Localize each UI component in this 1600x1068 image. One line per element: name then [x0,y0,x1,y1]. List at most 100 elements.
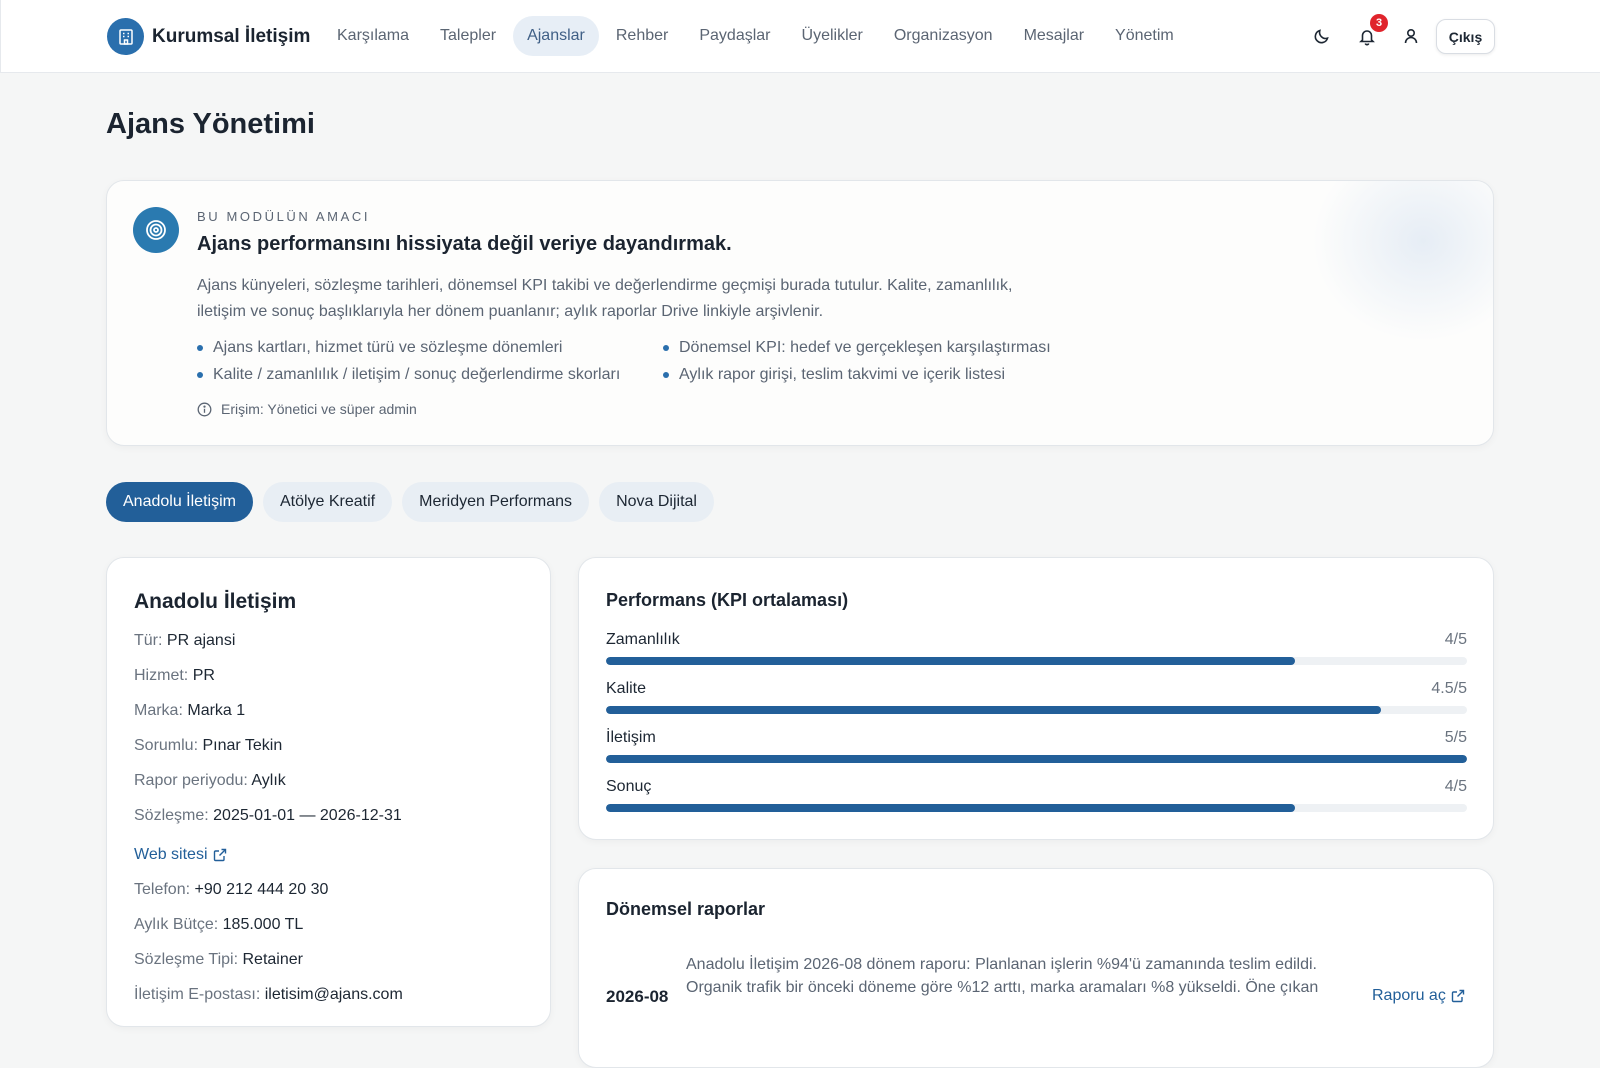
bullet-text: Kalite / zamanlılık / iletişim / sonuç d… [213,366,621,383]
detail-value: Marka 1 [187,702,246,719]
kpi-score: 4/5 [1444,778,1467,795]
kpi-label: Sonuç [606,778,652,795]
external-link-icon [1451,989,1465,1003]
website-link[interactable]: Web sitesi [134,846,227,864]
open-report-link[interactable]: Raporu aç [1372,987,1465,1005]
notification-badge: 3 [1370,14,1388,32]
nav-item-mesajlar[interactable]: Mesajlar [1010,16,1098,56]
access-text: Erişim: Yönetici ve süper admin [221,401,417,417]
detail-owner: Sorumlu: Pınar Tekin [134,737,282,755]
detail-contract-type: Sözleşme Tipi: Retainer [134,951,303,969]
open-report-label: Raporu aç [1372,987,1446,1004]
nav-item-ajanslar[interactable]: Ajanslar [513,16,599,56]
detail-value: 2025-01-01 — 2026-12-31 [213,807,402,824]
performance-title: Performans (KPI ortalaması) [606,590,849,610]
kpi-bar-fill [606,706,1381,714]
brand[interactable]: Kurumsal İletişim [107,18,310,55]
detail-type: Tür: PR ajansi [134,632,235,650]
nav-item-label: Organizasyon [893,27,993,44]
detail-phone: Telefon: +90 212 444 20 30 [134,881,328,899]
nav-item-label: Paydaşlar [699,27,771,44]
nav-item-label: Karşılama [337,27,410,44]
nav-item-paydaslar[interactable]: Paydaşlar [685,16,784,56]
nav-item-label: Talepler [440,27,497,44]
kpi-score: 4.5/5 [1431,680,1467,697]
bullet-text: Dönemsel KPI: hedef ve gerçekleşen karşı… [679,339,1051,356]
nav-item-rehber[interactable]: Rehber [602,16,682,56]
website-link-row: Web sitesi [134,846,227,864]
tab-meridyen-performans[interactable]: Meridyen Performans [402,482,590,522]
detail-label: Marka: [134,702,183,719]
detail-label: Tür: [134,632,163,649]
bullet-dot [663,372,669,378]
decorative-glow [1313,181,1493,341]
moon-icon[interactable] [1311,25,1333,47]
nav-item-karsilama[interactable]: Karşılama [323,16,423,56]
top-navigation-bar: Kurumsal İletişim Karşılama Talepler Aja… [0,0,1600,73]
bullet-dot [197,372,203,378]
kpi-row: Kalite 4.5/5 [606,680,1467,714]
list-item: Ajans kartları, hizmet türü ve sözleşme … [197,339,562,357]
list-item: Kalite / zamanlılık / iletişim / sonuç d… [197,366,620,384]
detail-label: Telefon: [134,881,191,898]
info-icon [197,402,212,417]
detail-label: İletişim E-postası: [134,986,261,1003]
kpi-bar-fill [606,804,1295,812]
detail-label: Aylık Bütçe: [134,916,219,933]
kpi-row: Sonuç 4/5 [606,778,1467,812]
detail-value: 185.000 TL [222,916,304,933]
agency-tabs: Anadolu İletişim Atölye Kreatif Meridyen… [106,482,724,522]
website-link-label: Web sitesi [134,846,208,863]
detail-value: +90 212 444 20 30 [194,881,329,898]
report-period: 2026-08 [606,987,669,1006]
module-purpose-card: BU MODÜLÜN AMACI Ajans performansını his… [106,180,1494,446]
kpi-bar-fill [606,657,1295,665]
kpi-row: İletişim 5/5 [606,729,1467,763]
kpi-row: Zamanlılık 4/5 [606,631,1467,665]
detail-email: İletişim E-postası: iletisim@ajans.com [134,986,403,1004]
detail-value: Pınar Tekin [202,737,283,754]
nav-item-uyelikler[interactable]: Üyelikler [788,16,877,56]
detail-label: Sorumlu: [134,737,199,754]
detail-value: PR ajansi [166,632,236,649]
nav-item-label: Yönetim [1115,27,1174,44]
report-summary: Anadolu İletişim 2026-08 dönem raporu: P… [686,956,1319,996]
list-item: Aylık rapor girişi, teslim takvimi ve iç… [663,366,1005,384]
kpi-label: Zamanlılık [606,631,680,648]
main-nav: Karşılama Talepler Ajanslar Rehber Payda… [323,16,1191,56]
nav-item-talepler[interactable]: Talepler [426,16,510,56]
detail-value: Retainer [242,951,303,968]
kpi-label: Kalite [606,680,647,697]
reports-title: Dönemsel raporlar [606,899,766,919]
user-icon[interactable] [1400,25,1422,47]
kpi-score: 5/5 [1444,729,1467,746]
tab-atolye-kreatif[interactable]: Atölye Kreatif [262,482,393,522]
periodic-reports-card: Dönemsel raporlar 2026-08 Anadolu İletiş… [578,868,1494,1068]
tab-anadolu-iletisim[interactable]: Anadolu İletişim [106,482,253,522]
list-item: Dönemsel KPI: hedef ve gerçekleşen karşı… [663,339,1051,357]
bullet-text: Ajans kartları, hizmet türü ve sözleşme … [213,339,563,356]
performance-card: Performans (KPI ortalaması) Zamanlılık 4/… [578,557,1494,840]
detail-label: Rapor periyodu: [134,772,248,789]
nav-item-label: Rehber [615,27,669,44]
nav-item-organizasyon[interactable]: Organizasyon [880,16,1007,56]
nav-item-yonetim[interactable]: Yönetim [1101,16,1188,56]
agency-info-card: Anadolu İletişim Tür: PR ajansi Hizmet: … [106,557,551,1027]
agency-name: Anadolu İletişim [134,590,297,613]
kpi-bar-track [606,706,1467,714]
kpi-score: 4/5 [1444,631,1467,648]
tab-nova-dijital[interactable]: Nova Dijital [599,482,714,522]
kpi-bar-track [606,657,1467,665]
detail-service: Hizmet: PR [134,667,215,685]
detail-label: Sözleşme Tipi: [134,951,239,968]
nav-item-label: Mesajlar [1023,27,1085,44]
detail-label: Hizmet: [134,667,189,684]
building-icon [107,18,144,55]
access-note: Erişim: Yönetici ve süper admin [197,401,417,417]
logout-button[interactable]: Çıkış [1436,19,1495,54]
detail-value: iletisim@ajans.com [264,986,403,1003]
detail-report-period: Rapor periyodu: Aylık [134,772,286,790]
brand-name: Kurumsal İletişim [152,25,311,47]
purpose-heading: Ajans performansını hissiyata değil veri… [197,233,732,255]
detail-brand: Marka: Marka 1 [134,702,245,720]
